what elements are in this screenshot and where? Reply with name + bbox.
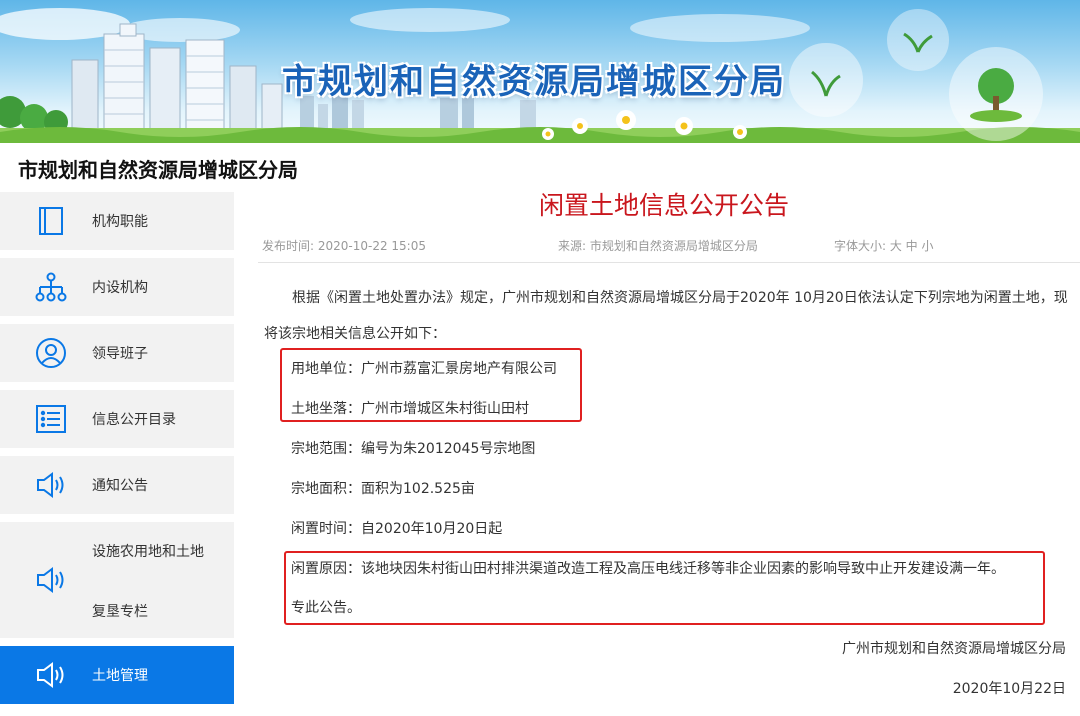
- font-size-selector[interactable]: 字体大小: 大 中 小: [834, 237, 934, 254]
- sidebar-item-label: 信息公开目录: [92, 412, 176, 428]
- signature-date: 2020年10月22日: [952, 681, 1066, 697]
- header-banner: 市规划和自然资源局增城区分局: [0, 0, 1080, 143]
- sidebar-item-label: 领导班子: [92, 346, 148, 362]
- sidebar-item-facility-agricultural-land[interactable]: 设施农用地和土地 复垦专栏: [0, 522, 234, 638]
- sidebar-item-disclosure-catalog[interactable]: 信息公开目录: [0, 390, 234, 448]
- speaker-icon: [34, 468, 68, 502]
- land-area: 宗地面积：面积为102.525亩: [291, 481, 475, 497]
- sidebar-item-land-management[interactable]: 土地管理: [0, 646, 234, 704]
- sidebar-item-institution-functions[interactable]: 机构职能: [0, 192, 234, 250]
- speaker-icon: [34, 658, 68, 692]
- idle-time: 闲置时间：自2020年10月20日起: [291, 521, 503, 537]
- article-title: 闲置土地信息公开公告: [538, 191, 789, 220]
- sidebar-item-leadership[interactable]: 领导班子: [0, 324, 234, 382]
- meta-divider: [258, 262, 1080, 263]
- sidebar-item-label: 通知公告: [92, 478, 148, 494]
- sidebar-item-label: 设施农用地和土地: [92, 544, 204, 560]
- article-source: 来源: 市规划和自然资源局增城区分局: [558, 239, 758, 253]
- document-icon: [34, 204, 68, 238]
- article-intro: 根据《闲置土地处置办法》规定，广州市规划和自然资源局增城区分局于2020年 10…: [264, 280, 1072, 352]
- idle-reason: 闲置原因：该地块因朱村街山田村排洪渠道改造工程及高压电线迁移等非企业因素的影响导…: [291, 561, 1005, 577]
- user-icon: [34, 336, 68, 370]
- list-icon: [34, 402, 68, 436]
- land-scope: 宗地范围：编号为朱2012045号宗地图: [291, 441, 536, 457]
- sidebar-item-label: 内设机构: [92, 280, 148, 296]
- speaker-icon: [34, 563, 68, 597]
- sidebar-item-internal-departments[interactable]: 内设机构: [0, 258, 234, 316]
- org-chart-icon: [34, 270, 68, 304]
- signature-organization: 广州市规划和自然资源局增城区分局: [842, 641, 1066, 657]
- closing-notice: 专此公告。: [291, 600, 361, 616]
- sidebar-item-label: 土地管理: [92, 668, 148, 684]
- land-user: 用地单位：广州市荔富汇景房地产有限公司: [291, 361, 557, 377]
- article-intro-text: 根据《闲置土地处置办法》规定，广州市规划和自然资源局增城区分局于2020年 10…: [264, 290, 1068, 342]
- sidebar-item-label-line2: 复垦专栏: [92, 604, 148, 620]
- land-location: 土地坐落：广州市增城区朱村街山田村: [291, 401, 529, 417]
- site-title: 市规划和自然资源局增城区分局: [18, 158, 298, 182]
- sidebar-item-label: 机构职能: [92, 214, 148, 230]
- banner-title: 市规划和自然资源局增城区分局: [282, 62, 786, 102]
- sidebar-item-notices[interactable]: 通知公告: [0, 456, 234, 514]
- publish-time: 发布时间: 2020-10-22 15:05: [262, 239, 426, 253]
